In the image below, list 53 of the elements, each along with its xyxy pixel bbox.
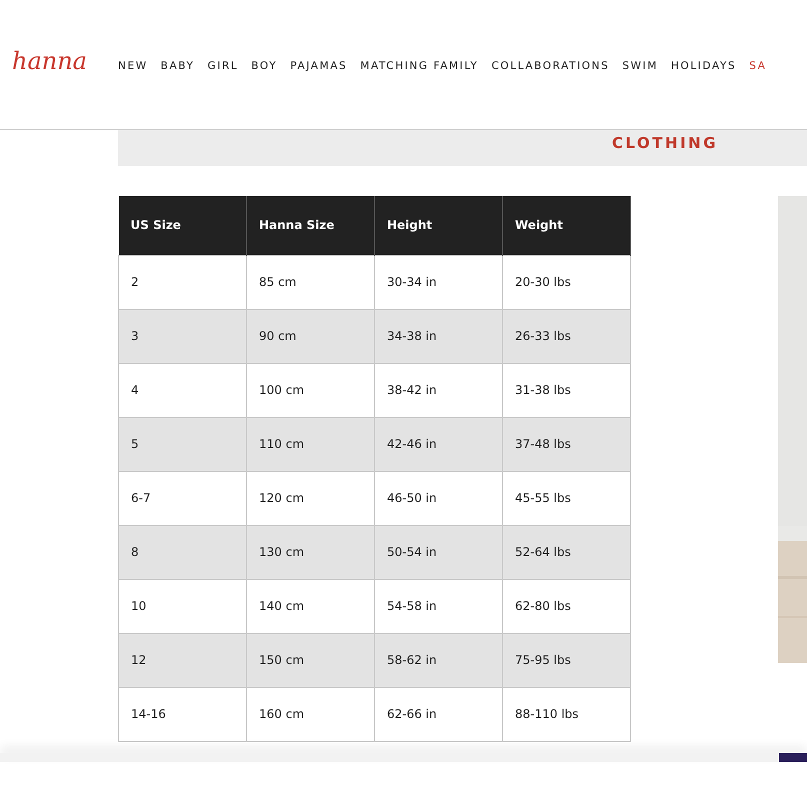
column-header: US Size bbox=[118, 196, 246, 255]
table-cell: 140 cm bbox=[246, 579, 374, 633]
nav-link[interactable]: SA bbox=[749, 60, 767, 72]
table-cell: 6-7 bbox=[118, 471, 246, 525]
table-cell: 46-50 in bbox=[374, 471, 502, 525]
table-cell: 5 bbox=[118, 417, 246, 471]
table-cell: 30-34 in bbox=[374, 255, 502, 309]
column-header: Height bbox=[374, 196, 502, 255]
table-cell: 38-42 in bbox=[374, 363, 502, 417]
section-title: CLOTHING bbox=[612, 134, 718, 152]
table-cell: 130 cm bbox=[246, 525, 374, 579]
dark-block bbox=[779, 753, 807, 762]
table-cell: 50-54 in bbox=[374, 525, 502, 579]
table-cell: 62-80 lbs bbox=[502, 579, 630, 633]
nav-link[interactable]: COLLABORATIONS bbox=[491, 60, 610, 72]
table-cell: 3 bbox=[118, 309, 246, 363]
table-cell: 100 cm bbox=[246, 363, 374, 417]
table-cell: 10 bbox=[118, 579, 246, 633]
table-cell: 26-33 lbs bbox=[502, 309, 630, 363]
table-cell: 12 bbox=[118, 633, 246, 687]
table-cell: 62-66 in bbox=[374, 687, 502, 741]
nav-link[interactable]: MATCHING FAMILY bbox=[360, 60, 478, 72]
table-cell: 52-64 lbs bbox=[502, 525, 630, 579]
nav-link[interactable]: GIRL bbox=[208, 60, 238, 72]
nav-link[interactable]: PAJAMAS bbox=[290, 60, 348, 72]
table-cell: 54-58 in bbox=[374, 579, 502, 633]
table-cell: 14-16 bbox=[118, 687, 246, 741]
table-cell: 31-38 lbs bbox=[502, 363, 630, 417]
table-cell: 8 bbox=[118, 525, 246, 579]
table-cell: 37-48 lbs bbox=[502, 417, 630, 471]
table-cell: 58-62 in bbox=[374, 633, 502, 687]
nav-link[interactable]: BABY bbox=[160, 60, 195, 72]
table-cell: 45-55 lbs bbox=[502, 471, 630, 525]
table-cell: 34-38 in bbox=[374, 309, 502, 363]
table-cell: 42-46 in bbox=[374, 417, 502, 471]
table-cell: 2 bbox=[118, 255, 246, 309]
column-header: Weight bbox=[502, 196, 630, 255]
table-cell: 160 cm bbox=[246, 687, 374, 741]
table-cell: 150 cm bbox=[246, 633, 374, 687]
brand-logo[interactable]: hanna bbox=[12, 46, 112, 74]
nav-link[interactable]: SWIM bbox=[622, 60, 658, 72]
table-cell: 120 cm bbox=[246, 471, 374, 525]
table-cell: 75-95 lbs bbox=[502, 633, 630, 687]
table-cell: 85 cm bbox=[246, 255, 374, 309]
table-cell: 90 cm bbox=[246, 309, 374, 363]
nav-link[interactable]: NEW bbox=[118, 60, 148, 72]
table-cell: 20-30 lbs bbox=[502, 255, 630, 309]
nav-link[interactable]: HOLIDAYS bbox=[671, 60, 736, 72]
nav-link[interactable]: BOY bbox=[251, 60, 278, 72]
column-header: Hanna Size bbox=[246, 196, 374, 255]
table-cell: 4 bbox=[118, 363, 246, 417]
table-cell: 110 cm bbox=[246, 417, 374, 471]
table-cell: 88-110 lbs bbox=[502, 687, 630, 741]
